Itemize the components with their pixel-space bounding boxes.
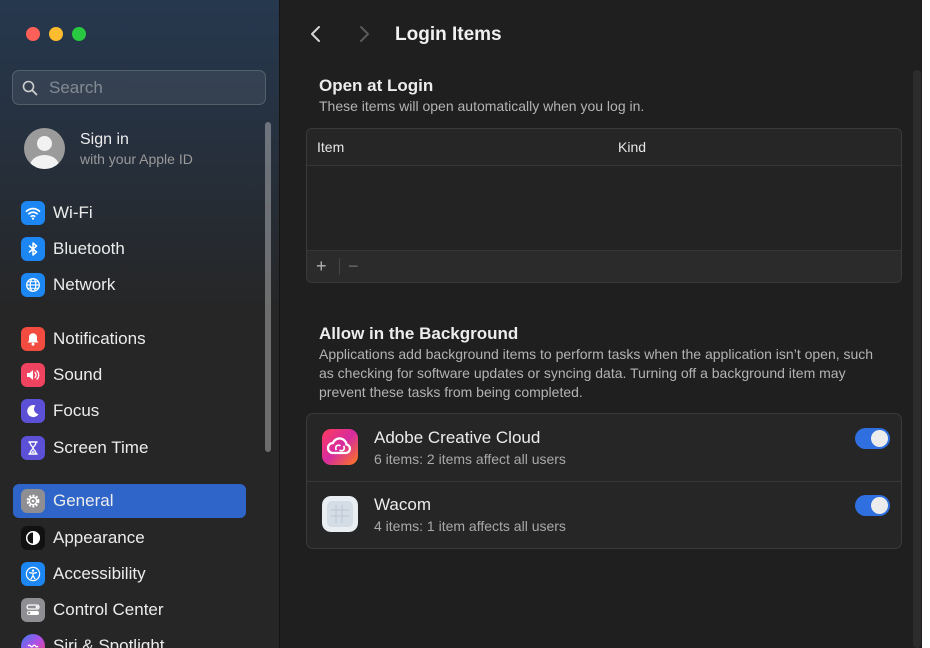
sidebar-item-notifications[interactable]: Notifications [13,322,246,356]
add-login-item-button[interactable]: + [316,257,327,275]
allow-background-description: Applications add background items to per… [319,346,874,400]
app-detail: 4 items: 1 item affects all users [374,518,566,534]
main-scrollbar-track[interactable] [913,70,921,648]
sidebar-item-label: Sound [53,365,103,384]
siri-icon [21,634,45,648]
sidebar-item-general[interactable]: General [13,484,246,518]
sidebar-item-bluetooth[interactable]: Bluetooth [13,232,246,266]
avatar [24,128,65,169]
sidebar-item-label: Control Center [53,600,164,619]
column-header-item[interactable]: Item [317,139,344,155]
list-item-adobe-creative-cloud: Adobe Creative Cloud 6 items: 2 items af… [307,414,901,482]
sign-in-title: Sign in [80,130,129,148]
app-name: Wacom [374,495,431,514]
speaker-icon [21,363,45,387]
apple-id-sign-in[interactable]: Sign in with your Apple ID [24,128,193,169]
sidebar-item-appearance[interactable]: Appearance [13,521,246,555]
sidebar-item-label: Wi-Fi [53,203,93,222]
search-input[interactable] [47,76,251,99]
window-controls [26,27,86,41]
accessibility-icon [21,562,45,586]
sidebar-item-label: General [53,491,114,510]
hourglass-icon [21,436,45,460]
sidebar-item-label: Bluetooth [53,239,125,258]
sidebar-item-sound[interactable]: Sound [13,358,246,392]
appearance-icon [21,526,45,550]
search-icon [22,80,38,95]
close-window-button[interactable] [26,27,40,41]
bluetooth-icon [21,237,45,261]
adobe-creative-cloud-icon [322,429,358,465]
sidebar-item-wifi[interactable]: Wi-Fi [13,196,246,230]
control-center-icon [21,598,45,622]
sidebar-item-label: Siri & Spotlight [53,636,165,648]
sidebar-item-label: Appearance [53,528,145,547]
gear-icon [21,489,45,513]
sidebar-item-siri-spotlight[interactable]: Siri & Spotlight [13,629,246,648]
sidebar-item-label: Screen Time [53,438,149,457]
search-field[interactable] [12,70,266,105]
globe-icon [21,273,45,297]
wifi-icon [21,201,45,225]
background-items-list: Adobe Creative Cloud 6 items: 2 items af… [306,413,902,549]
app-name: Adobe Creative Cloud [374,428,541,447]
main-pane: Login Items Open at Login These items wi… [280,0,922,648]
sidebar-scrollbar[interactable] [265,122,271,452]
open-at-login-title: Open at Login [319,76,434,95]
app-detail: 6 items: 2 items affect all users [374,451,566,467]
sidebar-item-screen-time[interactable]: Screen Time [13,431,246,465]
moon-icon [21,399,45,423]
table-header: Item Kind [307,129,901,166]
zoom-window-button[interactable] [72,27,86,41]
login-items-table: Item Kind + − [306,128,902,283]
sidebar-item-network[interactable]: Network [13,268,246,302]
wacom-toggle[interactable] [855,495,890,516]
remove-login-item-button[interactable]: − [348,257,359,275]
sidebar-item-control-center[interactable]: Control Center [13,593,246,627]
wacom-icon [322,496,358,532]
minimize-window-button[interactable] [49,27,63,41]
open-at-login-description: These items will open automatically when… [319,98,645,114]
allow-background-title: Allow in the Background [319,324,519,343]
adobe-creative-cloud-toggle[interactable] [855,428,890,449]
page-title: Login Items [395,24,502,45]
sidebar-item-label: Focus [53,401,100,420]
sidebar: Sign in with your Apple ID Wi-Fi Bluetoo… [0,0,280,648]
sidebar-item-label: Accessibility [53,564,146,583]
sidebar-item-label: Network [53,275,116,294]
bell-icon [21,327,45,351]
column-header-kind[interactable]: Kind [618,139,646,155]
forward-chevron-icon[interactable] [356,24,372,44]
table-footer: + − [307,250,901,282]
sidebar-item-label: Notifications [53,329,146,348]
sidebar-item-focus[interactable]: Focus [13,394,246,428]
sign-in-subtitle: with your Apple ID [80,150,193,167]
list-item-wacom: Wacom 4 items: 1 item affects all users [307,481,901,548]
settings-window: Sign in with your Apple ID Wi-Fi Bluetoo… [0,0,922,648]
divider [339,258,340,275]
sidebar-item-accessibility[interactable]: Accessibility [13,557,246,591]
back-chevron-icon[interactable] [308,24,324,44]
